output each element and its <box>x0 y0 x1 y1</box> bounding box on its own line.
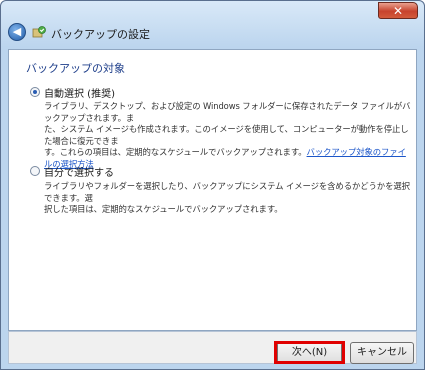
window: ✕ ◀ バックアップの設定 バックアップの対象 自動選択 (推奨) ライブラリ、… <box>0 0 425 370</box>
back-button[interactable]: ◀ <box>8 23 26 41</box>
backup-icon <box>32 26 46 38</box>
page-heading: バックアップの対象 <box>26 62 125 75</box>
description-line: 択した項目は、定期的なスケジュールでバックアップされます。 <box>44 204 283 214</box>
radio-selected-dot <box>33 90 37 94</box>
back-arrow-icon: ◀ <box>12 25 22 38</box>
description-line: ライブラリやフォルダーを選択したり、バックアップにシステム イメージを含めるかど… <box>44 181 410 203</box>
description-line: ライブラリ、デスクトップ、および設定の Windows フォルダーに保存されたデ… <box>44 101 411 123</box>
close-icon: ✕ <box>392 4 404 18</box>
highlight-frame <box>274 341 345 364</box>
radio-manual[interactable] <box>30 166 40 176</box>
cancel-button[interactable]: キャンセル <box>350 342 414 364</box>
option-automatic-description: ライブラリ、デスクトップ、および設定の Windows フォルダーに保存されたデ… <box>44 101 414 170</box>
option-manual-description: ライブラリやフォルダーを選択したり、バックアップにシステム イメージを含めるかど… <box>44 181 414 216</box>
option-manual-label[interactable]: 自分で選択する <box>44 164 114 179</box>
description-line: た、システム イメージも作成されます。このイメージを使用して、コンピューターが動… <box>44 124 409 146</box>
window-title: バックアップの設定 <box>51 28 150 41</box>
close-button[interactable]: ✕ <box>378 2 418 19</box>
description-text: す。これらの項目は、定期的なスケジュールでバックアップされます。 <box>44 147 307 157</box>
radio-automatic[interactable] <box>30 87 40 97</box>
option-automatic-label[interactable]: 自動選択 (推奨) <box>44 85 115 100</box>
